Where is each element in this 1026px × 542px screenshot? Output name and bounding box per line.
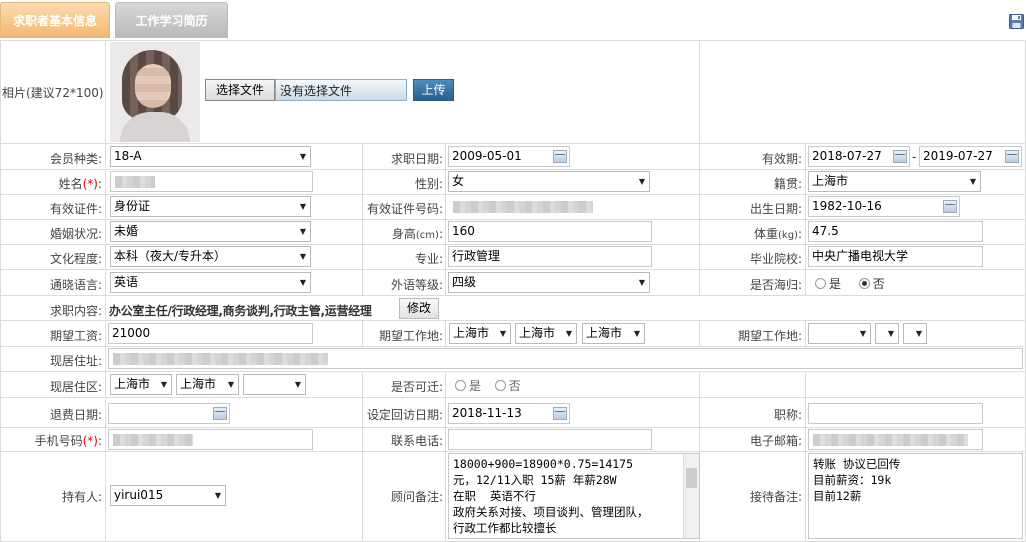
choose-file-button[interactable]: 选择文件 — [205, 79, 275, 101]
district-province-select[interactable]: 上海市 ▼ — [110, 374, 172, 395]
overseas-label: 是否海归: — [749, 278, 802, 292]
expected-city-select-2[interactable]: ▼ — [875, 323, 899, 344]
expected-district-select[interactable]: 上海市 ▼ — [582, 323, 645, 344]
save-icon[interactable] — [1009, 14, 1024, 29]
avatar — [110, 42, 200, 142]
id-number-label: 有效证件号码: — [366, 202, 443, 216]
scrollbar[interactable] — [683, 454, 699, 538]
foreign-level-select[interactable]: 四级 ▼ — [448, 272, 650, 293]
calendar-icon[interactable] — [553, 407, 567, 420]
expected-city-select[interactable]: 上海市 ▼ — [515, 323, 577, 344]
district-label: 现居住区: — [49, 380, 102, 394]
overseas-no-radio[interactable] — [858, 278, 870, 289]
relocate-label: 是否可迁: — [390, 380, 443, 394]
major-label: 专业: — [414, 252, 443, 266]
return-visit-date-label: 设定回访日期: — [366, 408, 443, 422]
relocate-radio-group[interactable]: 是 否 — [455, 377, 521, 394]
expected-district-select-2[interactable]: ▼ — [903, 323, 927, 344]
refund-date-label: 退费日期: — [49, 408, 102, 422]
native-place-label: 籍贯: — [773, 177, 802, 191]
reception-note-label: 接待备注: — [749, 490, 802, 504]
title-label: 职称: — [773, 408, 802, 422]
id-number-input[interactable] — [448, 196, 652, 217]
valid-to-input[interactable]: 2019-07-27 — [919, 146, 1022, 167]
education-label: 文化程度: — [49, 252, 102, 266]
overseas-yes-radio[interactable] — [815, 278, 826, 289]
school-label: 毕业院校: — [749, 252, 802, 266]
tab-work-study-resume[interactable]: 工作学习简历 — [115, 2, 228, 38]
consultant-note-textarea[interactable]: 18000+900=18900*0.75=14175 元，12/11入职 15薪… — [448, 453, 700, 539]
apply-date-input[interactable]: 2009-05-01 — [448, 146, 570, 167]
weight-input[interactable]: 47.5 — [808, 221, 983, 242]
language-label: 通晓语言: — [49, 278, 102, 292]
major-input[interactable]: 行政管理 — [448, 246, 652, 267]
expected-salary-input[interactable]: 21000 — [108, 323, 313, 344]
tab-basic-info[interactable]: 求职者基本信息 — [0, 2, 110, 38]
expected-location-label-2: 期望工作地: — [737, 329, 802, 343]
return-visit-date-input[interactable]: 2018-11-13 — [448, 403, 570, 424]
upload-button[interactable]: 上传 — [413, 79, 454, 101]
member-type-label: 会员种类: — [49, 152, 102, 166]
school-input[interactable]: 中央广播电视大学 — [808, 246, 983, 267]
foreign-level-label: 外语等级: — [390, 278, 443, 292]
valid-period-label: 有效期: — [761, 152, 802, 166]
expected-salary-label: 期望工资: — [49, 329, 102, 343]
job-content-label: 求职内容: — [49, 304, 102, 318]
birth-date-input[interactable]: 1982-10-16 — [808, 196, 960, 217]
tab-bar: 求职者基本信息 工作学习简历 — [0, 0, 1026, 40]
consultant-note-label: 顾问备注: — [390, 490, 443, 504]
holder-label: 持有人: — [61, 490, 102, 504]
address-input[interactable] — [108, 348, 1023, 369]
gender-label: 性别: — [414, 177, 443, 191]
expected-location-label-1: 期望工作地: — [378, 329, 443, 343]
member-type-select[interactable]: 18-A ▼ — [110, 146, 311, 167]
job-content-text: 办公室主任/行政经理,商务谈判,行政主管,运营经理 — [109, 304, 372, 318]
apply-date-label: 求职日期: — [390, 152, 443, 166]
photo-label: 相片(建议72*100): — [2, 86, 103, 100]
calendar-icon[interactable] — [943, 200, 957, 213]
overseas-radio-group[interactable]: 是 否 — [815, 275, 885, 292]
birth-date-label: 出生日期: — [749, 202, 802, 216]
id-type-select[interactable]: 身份证 ▼ — [110, 196, 311, 217]
expected-province-select-2[interactable]: ▼ — [808, 323, 871, 344]
marital-label: 婚姻状况: — [49, 227, 102, 241]
id-type-label: 有效证件: — [49, 202, 102, 216]
modify-button[interactable]: 修改 — [399, 298, 439, 319]
expected-province-select[interactable]: 上海市 ▼ — [449, 323, 511, 344]
relocate-yes-radio[interactable] — [455, 380, 466, 391]
calendar-icon[interactable] — [1005, 150, 1019, 163]
reception-note-textarea[interactable]: 转账 协议已回传 目前薪资：19k 目前12薪 — [808, 453, 1023, 539]
district-area-select[interactable]: ▼ — [243, 374, 306, 395]
education-select[interactable]: 本科（夜大/专升本） ▼ — [110, 246, 311, 267]
calendar-icon[interactable] — [213, 407, 227, 420]
phone-input[interactable] — [448, 429, 652, 450]
title-input[interactable] — [808, 403, 983, 424]
calendar-icon[interactable] — [553, 150, 567, 163]
valid-period-separator: - — [912, 150, 917, 164]
email-label: 电子邮箱: — [749, 434, 802, 448]
relocate-no-radio[interactable] — [494, 380, 506, 391]
phone-label: 联系电话: — [390, 434, 443, 448]
address-label: 现居住址: — [49, 354, 102, 368]
name-label: 姓名(*): — [58, 177, 102, 191]
mobile-input[interactable] — [108, 429, 313, 450]
weight-label: 体重(kg): — [753, 227, 802, 241]
district-city-select[interactable]: 上海市 ▼ — [176, 374, 239, 395]
mobile-label: 手机号码(*): — [34, 434, 102, 448]
valid-from-input[interactable]: 2018-07-27 — [808, 146, 910, 167]
calendar-icon[interactable] — [893, 150, 907, 163]
height-label: 身高(cm): — [391, 227, 443, 241]
marital-select[interactable]: 未婚 ▼ — [110, 221, 311, 242]
gender-select[interactable]: 女 ▼ — [448, 171, 650, 192]
file-name-display: 没有选择文件 — [275, 79, 407, 101]
language-select[interactable]: 英语 ▼ — [110, 272, 311, 293]
native-place-select[interactable]: 上海市 ▼ — [808, 171, 981, 192]
email-input[interactable] — [808, 429, 983, 450]
name-input[interactable] — [110, 171, 313, 192]
height-input[interactable]: 160 — [448, 221, 652, 242]
refund-date-input[interactable] — [108, 403, 230, 424]
holder-select[interactable]: yirui015 ▼ — [110, 485, 226, 506]
